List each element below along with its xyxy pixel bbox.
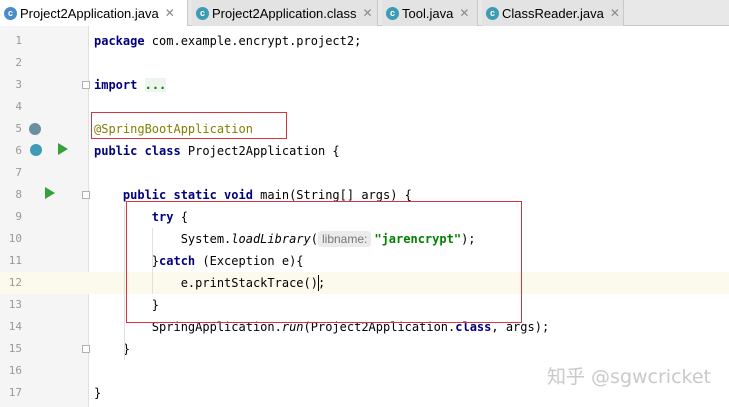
run-main-icon[interactable] — [45, 187, 55, 199]
line-number: 9 — [15, 210, 22, 223]
folded-imports[interactable]: ... — [144, 78, 167, 92]
tab-classreader-java[interactable]: c ClassReader.java ✕ — [482, 0, 624, 26]
line-number: 13 — [8, 298, 22, 311]
line-number: 12 — [8, 276, 22, 289]
close-icon[interactable]: ✕ — [363, 6, 373, 20]
line-number: 17 — [8, 386, 22, 399]
code-text: public class Project2Application { — [94, 144, 340, 158]
code-editor[interactable]: 1 package com.example.encrypt.project2; … — [0, 26, 729, 407]
fold-marker-icon[interactable] — [82, 191, 90, 199]
line-number: 5 — [15, 122, 22, 135]
try-catch-highlight-box — [126, 201, 522, 323]
tab-label: Project2Application.java — [20, 5, 159, 21]
line-number: 6 — [15, 144, 22, 157]
line-number: 1 — [15, 34, 22, 47]
indent-guide — [124, 206, 125, 360]
fold-marker-icon[interactable] — [82, 81, 90, 89]
class-file-icon: c — [486, 6, 499, 20]
line-number: 15 — [8, 342, 22, 355]
java-class-icon: c — [4, 6, 17, 20]
fold-marker-icon[interactable] — [82, 345, 90, 353]
watermark: 知乎 @sgwcricket — [547, 366, 711, 388]
close-icon[interactable]: ✕ — [610, 6, 620, 20]
code-text: import ... — [94, 78, 167, 92]
line-number: 8 — [15, 188, 22, 201]
tab-project2application-class[interactable]: c Project2Application.class ✕ — [192, 0, 378, 26]
tab-label: Tool.java — [402, 5, 454, 21]
code-line-7[interactable]: 7 — [0, 162, 729, 184]
close-icon[interactable]: ✕ — [165, 6, 175, 20]
line-number: 7 — [15, 166, 22, 179]
code-line-15[interactable]: 15 } — [0, 338, 729, 360]
line-number: 3 — [15, 78, 22, 91]
code-text: } — [94, 386, 102, 400]
code-line-3[interactable]: 3 import ... — [0, 74, 729, 96]
code-line-1[interactable]: 1 package com.example.encrypt.project2; — [0, 30, 729, 52]
line-number: 14 — [8, 320, 22, 333]
tab-project2application-java[interactable]: c Project2Application.java ✕ — [0, 0, 188, 27]
spring-bean-icon[interactable] — [29, 123, 41, 135]
class-file-icon: c — [196, 6, 209, 20]
spring-config-icon[interactable] — [30, 144, 42, 156]
editor-tab-bar: c Project2Application.java ✕ c Project2A… — [0, 0, 729, 27]
tab-label: Project2Application.class — [212, 5, 357, 21]
line-number: 10 — [8, 232, 22, 245]
code-line-6[interactable]: 6 public class Project2Application { — [0, 140, 729, 162]
code-line-2[interactable]: 2 — [0, 52, 729, 74]
run-class-icon[interactable] — [58, 143, 68, 155]
line-number: 16 — [8, 364, 22, 377]
line-number: 11 — [8, 254, 22, 267]
annotation-highlight-box — [91, 112, 287, 139]
tab-tool-java[interactable]: c Tool.java ✕ — [382, 0, 478, 26]
line-number: 4 — [15, 100, 22, 113]
close-icon[interactable]: ✕ — [459, 6, 469, 20]
code-text: package com.example.encrypt.project2; — [94, 34, 362, 48]
tab-label: ClassReader.java — [502, 5, 604, 21]
line-number: 2 — [15, 56, 22, 69]
java-class-icon: c — [386, 6, 399, 20]
